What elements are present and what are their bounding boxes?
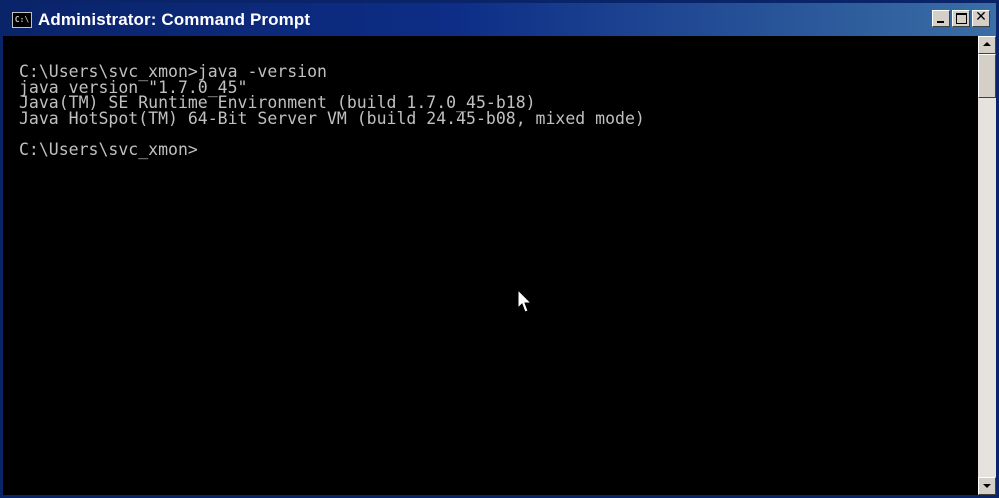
console-output[interactable]: C:\Users\svc_xmon>java -version java ver… [3,36,978,495]
close-icon: ✕ [975,9,987,25]
console-line-prompt[interactable]: C:\Users\svc_xmon> [19,141,978,158]
window-controls: ✕ [930,9,990,27]
console-line-hotspot-vm: Java HotSpot(TM) 64-Bit Server VM (build… [19,108,645,128]
vertical-scrollbar[interactable] [978,36,996,495]
maximize-button[interactable] [952,10,970,27]
command-prompt-window: C:\ Administrator: Command Prompt ✕ C:\U… [0,0,999,498]
scroll-thumb[interactable] [978,54,996,98]
close-button[interactable]: ✕ [972,9,990,27]
mouse-pointer-icon [517,289,533,313]
scroll-up-button[interactable] [978,36,996,54]
title-bar[interactable]: C:\ Administrator: Command Prompt ✕ [3,3,996,36]
minimize-button[interactable] [932,10,950,27]
scroll-down-button[interactable] [978,477,996,495]
window-title: Administrator: Command Prompt [38,9,311,29]
command-prompt-icon[interactable]: C:\ [12,11,32,28]
